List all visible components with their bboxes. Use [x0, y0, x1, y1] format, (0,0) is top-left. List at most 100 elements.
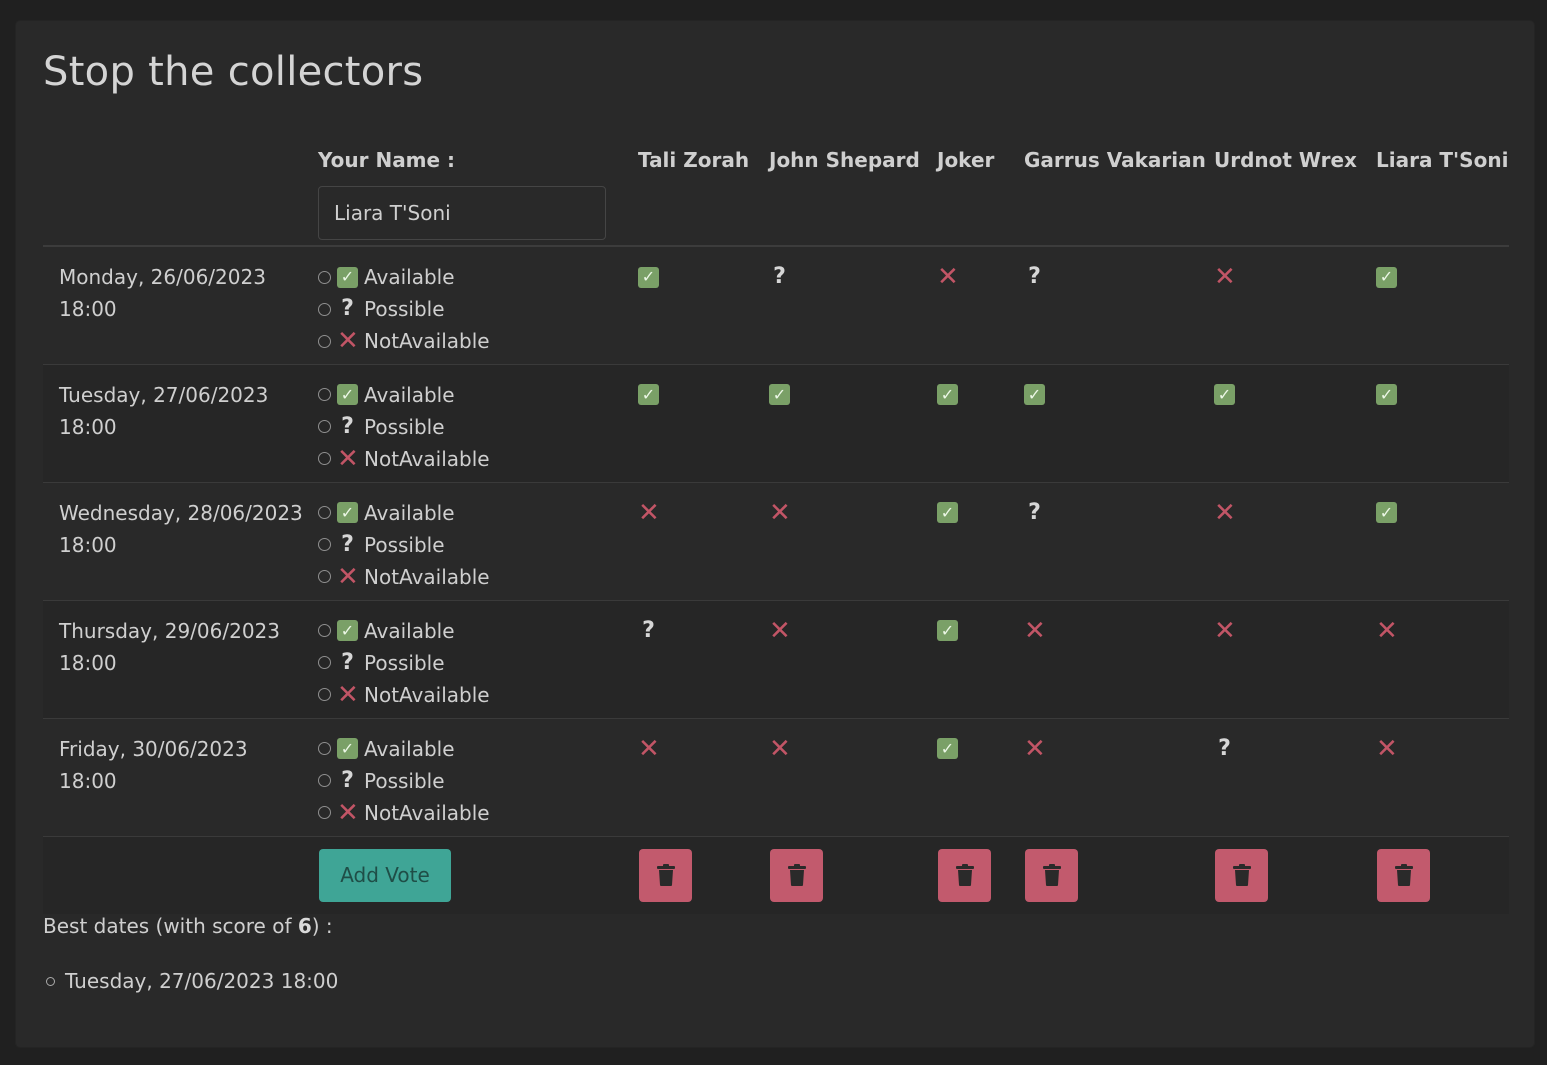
- vote-mark: ✕: [1024, 733, 1214, 765]
- name-input[interactable]: [318, 186, 606, 240]
- vote-cell: ✕: [1214, 246, 1376, 365]
- option-possible[interactable]: ? Possible: [318, 293, 638, 325]
- date-time: 18:00: [59, 532, 117, 557]
- available-check-icon: ✓: [337, 384, 358, 405]
- vote-mark: ✕: [769, 615, 937, 647]
- available-check-icon: ✓: [337, 738, 358, 759]
- option-label: Available: [364, 265, 455, 289]
- trash-icon: [1394, 864, 1413, 886]
- option-label: NotAvailable: [364, 564, 490, 589]
- date-cell: Thursday, 29/06/2023 18:00: [43, 600, 318, 719]
- date-day: Wednesday, 28/06/2023: [59, 500, 303, 525]
- radio-button[interactable]: [318, 656, 331, 669]
- option-not-available[interactable]: ✕ NotAvailable: [318, 443, 638, 475]
- vote-mark: ✕: [937, 261, 1024, 293]
- date-cell: Tuesday, 27/06/2023 18:00: [43, 364, 318, 483]
- available-check-icon: ✓: [1376, 502, 1397, 523]
- delete-vote-button[interactable]: [1215, 848, 1268, 902]
- vote-mark: ✓: [1376, 497, 1509, 529]
- option-possible[interactable]: ? Possible: [318, 647, 638, 679]
- option-available[interactable]: ✓ Available: [318, 733, 638, 765]
- option-possible[interactable]: ? Possible: [318, 411, 638, 443]
- radio-button[interactable]: [318, 742, 331, 755]
- vote-cell: ✓: [1376, 246, 1509, 365]
- option-available[interactable]: ✓ Available: [318, 261, 638, 293]
- not-available-cross-icon: ✕: [1214, 615, 1236, 646]
- vote-cell: ✕: [769, 718, 937, 837]
- vote-cell: ✓: [638, 246, 769, 365]
- option-label: Available: [364, 382, 455, 407]
- option-available[interactable]: ✓ Available: [318, 615, 638, 647]
- vote-cell: ✕: [1376, 600, 1509, 719]
- delete-vote-button[interactable]: [1377, 848, 1430, 902]
- add-vote-button[interactable]: Add Vote: [319, 848, 451, 902]
- best-prefix: Best dates (with score of: [43, 914, 298, 938]
- option-not-available[interactable]: ✕ NotAvailable: [318, 797, 638, 829]
- option-not-available[interactable]: ✕ NotAvailable: [318, 325, 638, 357]
- option-not-available[interactable]: ✕ NotAvailable: [318, 679, 638, 711]
- vote-cell: ✕: [1214, 600, 1376, 719]
- radio-button[interactable]: [318, 302, 331, 316]
- radio-button[interactable]: [318, 688, 331, 701]
- participant-header: Urdnot Wrex: [1214, 136, 1376, 247]
- vote-cell: ?: [769, 246, 937, 365]
- vote-cell: ✕: [1214, 482, 1376, 601]
- vote-cell: ✓: [937, 364, 1024, 483]
- option-icon-wrap: ✓: [337, 738, 358, 759]
- option-label: Available: [364, 736, 455, 761]
- date-cell: Wednesday, 28/06/2023 18:00: [43, 482, 318, 601]
- not-available-cross-icon: ✕: [1024, 615, 1046, 646]
- vote-cell: ✕: [1024, 600, 1214, 719]
- vote-options: ✓ Available ? Possible ✕ NotAvailable: [318, 364, 638, 483]
- not-available-cross-icon: ✕: [337, 326, 359, 356]
- vote-mark: ✕: [1376, 733, 1509, 765]
- option-not-available[interactable]: ✕ NotAvailable: [318, 561, 638, 593]
- possible-question-icon: ?: [341, 296, 354, 321]
- delete-vote-button[interactable]: [938, 848, 991, 902]
- delete-vote-button[interactable]: [639, 848, 692, 902]
- radio-button[interactable]: [318, 624, 331, 637]
- radio-button[interactable]: [318, 334, 331, 348]
- option-available[interactable]: ✓ Available: [318, 379, 638, 411]
- best-date-item: Tuesday, 27/06/2023 18:00: [43, 969, 338, 993]
- radio-button[interactable]: [318, 538, 331, 551]
- option-icon-wrap: ?: [337, 415, 358, 438]
- radio-button[interactable]: [318, 506, 331, 519]
- delete-vote-button[interactable]: [1025, 848, 1078, 902]
- available-check-icon: ✓: [337, 620, 358, 641]
- radio-button[interactable]: [318, 388, 331, 401]
- option-possible[interactable]: ? Possible: [318, 765, 638, 797]
- option-icon-wrap: ?: [337, 769, 358, 792]
- available-check-icon: ✓: [638, 266, 659, 288]
- participant-header: Tali Zorah: [638, 136, 769, 247]
- not-available-cross-icon: ✕: [769, 733, 791, 764]
- date-row: Wednesday, 28/06/2023 18:00 ✓ Available? Pos…: [43, 482, 1509, 601]
- possible-question-icon: ?: [1028, 499, 1041, 525]
- radio-button[interactable]: [318, 270, 331, 284]
- available-check-icon: ✓: [337, 266, 358, 288]
- radio-button[interactable]: [318, 570, 331, 583]
- available-check-icon: ✓: [937, 738, 958, 759]
- available-check-icon: ✓: [638, 384, 659, 405]
- date-time: 18:00: [59, 297, 117, 321]
- vote-mark: ✓: [1214, 379, 1376, 411]
- option-possible[interactable]: ? Possible: [318, 529, 638, 561]
- vote-mark: ?: [1024, 261, 1214, 293]
- radio-button[interactable]: [318, 420, 331, 433]
- radio-button[interactable]: [318, 806, 331, 819]
- vote-mark: ✕: [1214, 497, 1376, 529]
- vote-mark: ✓: [638, 379, 769, 411]
- radio-button[interactable]: [318, 452, 331, 465]
- option-available[interactable]: ✓ Available: [318, 497, 638, 529]
- option-label: NotAvailable: [364, 800, 490, 825]
- vote-options: ✓ Available? Possible ✕ NotAvailable: [318, 600, 638, 719]
- vote-mark: ?: [1024, 497, 1214, 529]
- date-day: Thursday, 29/06/2023: [59, 618, 280, 643]
- not-available-cross-icon: ✕: [337, 797, 359, 828]
- delete-vote-button[interactable]: [770, 848, 823, 902]
- radio-button[interactable]: [318, 774, 331, 787]
- not-available-cross-icon: ✕: [1376, 733, 1398, 764]
- vote-cell: ✕: [769, 600, 937, 719]
- option-icon-wrap: ✓: [337, 620, 358, 641]
- trash-icon: [1042, 864, 1061, 886]
